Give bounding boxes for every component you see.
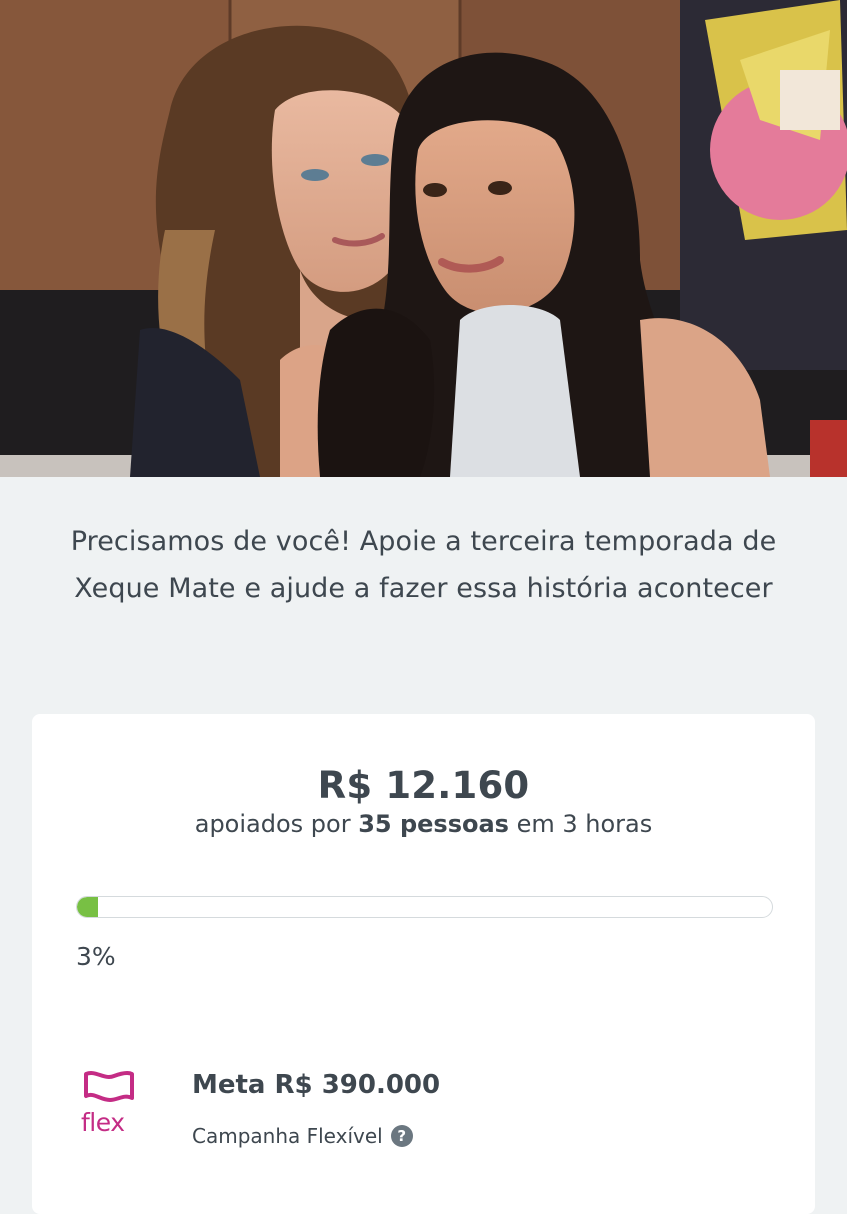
flex-logo-text: flex xyxy=(81,1108,125,1137)
backers-prefix: apoiados por xyxy=(194,810,351,838)
tagline-line-1: Precisamos de você! Apoie a terceira tem… xyxy=(70,526,777,557)
campaign-type-label: Campanha Flexível xyxy=(192,1124,383,1148)
campaign-type: Campanha Flexível ? xyxy=(192,1124,413,1148)
funding-progress-bar xyxy=(76,896,773,918)
backers-count: 35 pessoas xyxy=(358,810,509,838)
funding-progress-fill xyxy=(77,897,98,917)
funding-percent: 3% xyxy=(76,942,116,971)
amount-raised: R$ 12.160 xyxy=(317,764,530,807)
campaign-hero-image xyxy=(0,0,847,477)
tagline-line-2: Xeque Mate e ajude a fazer essa história… xyxy=(74,573,773,604)
campaign-goal: Meta R$ 390.000 xyxy=(192,1070,441,1100)
campaign-tagline: Precisamos de você! Apoie a terceira tem… xyxy=(0,518,847,612)
question-circle-icon[interactable]: ? xyxy=(390,1125,413,1147)
backers-summary: apoiados por 35 pessoas em 3 horas xyxy=(32,810,815,838)
backers-suffix: em 3 horas xyxy=(516,810,653,838)
funding-stats-card: R$ 12.160 apoiados por 35 pessoas em 3 h… xyxy=(32,714,815,1214)
